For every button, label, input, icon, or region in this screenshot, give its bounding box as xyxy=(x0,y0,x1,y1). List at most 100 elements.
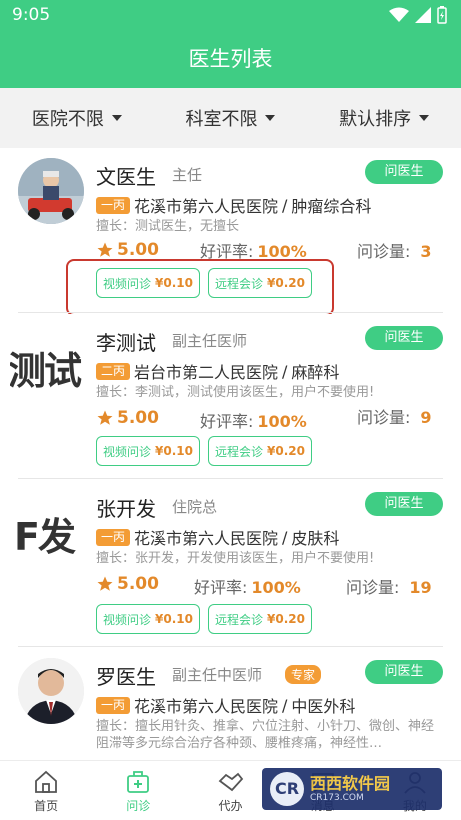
department-name: 中医外科 xyxy=(291,697,356,716)
rating: 5.00 xyxy=(96,408,159,428)
hospital-info: 二丙 岩台市第二人民医院 / 麻醉科 xyxy=(96,359,339,383)
expert-badge: 专家 xyxy=(285,665,322,684)
hospital-level-badge: 一丙 xyxy=(96,696,131,714)
doctor-skill: 擅长：张开发，开发使用该医生，用户不要使用! xyxy=(96,551,375,566)
status-icons xyxy=(389,6,447,24)
hospital-filter-label: 医院不限 xyxy=(31,109,104,130)
rating-score: 5.00 xyxy=(117,408,159,428)
sort-filter-label: 默认排序 xyxy=(339,109,412,130)
avatar xyxy=(18,658,84,724)
divider xyxy=(18,646,443,647)
separator: / xyxy=(282,195,288,215)
service-label: 远程会诊 xyxy=(214,612,263,627)
divider xyxy=(18,478,443,479)
service-price: ¥0.10 xyxy=(155,612,193,626)
medical-kit-icon xyxy=(127,771,150,793)
service-label: 视频问诊 xyxy=(103,612,152,627)
ask-doctor-button[interactable]: 问医生 xyxy=(365,492,443,516)
consult-count-value: 19 xyxy=(409,578,432,597)
rating: 5.00 xyxy=(96,240,159,260)
ask-doctor-button[interactable]: 问医生 xyxy=(365,326,443,350)
battery-icon xyxy=(437,6,447,24)
star-icon xyxy=(97,410,113,425)
tab-label: 首页 xyxy=(34,799,59,813)
signal-icon xyxy=(415,7,431,23)
doctor-skill: 擅长：擅长用针灸、推拿、穴位注射、小针刀、微创、神经阻滞等多元综合治疗各种颈、腰… xyxy=(96,719,435,751)
service-list: 视频问诊 ¥0.10 远程会诊 ¥0.20 xyxy=(96,604,312,634)
watermark-main: 西西软件园 xyxy=(310,773,391,793)
ask-doctor-button[interactable]: 问医生 xyxy=(365,660,443,684)
tab-home[interactable]: 首页 xyxy=(0,761,92,820)
consult-count-label: 问诊量: xyxy=(357,242,411,261)
hospital-level-badge: 一丙 xyxy=(96,528,131,546)
video-consult-service[interactable]: 视频问诊 ¥0.10 xyxy=(96,604,200,634)
home-icon xyxy=(35,770,57,793)
rating: 5.00 xyxy=(96,574,159,594)
divider xyxy=(18,312,443,313)
avatar-text: F发 xyxy=(14,515,76,559)
hospital-filter[interactable]: 医院不限 xyxy=(32,105,122,131)
praise-rate-label: 好评率: xyxy=(194,578,248,597)
doctor-skill: 擅长：李测试，测试使用该医生，用户不要使用! xyxy=(96,385,375,400)
hospital-name: 花溪市第六人民医院 xyxy=(134,697,279,716)
tab-label: 问诊 xyxy=(126,799,151,813)
watermark-sub: CR173.COM xyxy=(310,792,364,803)
avatar xyxy=(18,158,84,224)
doctor-card[interactable]: 罗医生 副主任中医师 专家 问医生 一丙 花溪市第六人民医院 / 中医外科 擅长… xyxy=(0,648,461,760)
video-consult-service[interactable]: 视频问诊 ¥0.10 xyxy=(96,436,200,466)
separator: / xyxy=(282,361,288,381)
tab-label: 代办 xyxy=(218,799,243,813)
doctor-card[interactable]: F发 张开发 住院总 问医生 一丙 花溪市第六人民医院 / 皮肤科 擅长：张开发… xyxy=(0,480,461,642)
rating-score: 5.00 xyxy=(117,574,159,594)
avatar-text: 测试 xyxy=(10,349,82,393)
ask-doctor-button[interactable]: 问医生 xyxy=(365,160,443,184)
service-label: 远程会诊 xyxy=(214,444,263,459)
praise-rate-value: 100% xyxy=(251,578,301,597)
service-price: ¥0.10 xyxy=(155,444,193,458)
avatar: 测试 xyxy=(10,328,84,394)
hospital-level-badge: 二丙 xyxy=(96,362,131,380)
doctor-card[interactable]: 测试 李测试 副主任医师 问医生 二丙 岩台市第二人民医院 / 麻醉科 擅长：李… xyxy=(0,314,461,476)
status-time: 9:05 xyxy=(12,5,51,25)
caret-down-icon xyxy=(419,115,430,121)
doctor-title: 主任 xyxy=(172,166,203,184)
service-list: 视频问诊 ¥0.10 远程会诊 ¥0.20 xyxy=(96,436,312,466)
hospital-info: 一丙 花溪市第六人民医院 / 中医外科 xyxy=(96,693,355,717)
remote-consult-service[interactable]: 远程会诊 ¥0.20 xyxy=(207,604,312,634)
sort-filter[interactable]: 默认排序 xyxy=(339,105,430,131)
highlight-box xyxy=(66,259,334,316)
caret-down-icon xyxy=(111,115,122,121)
consult-count-label: 问诊量: xyxy=(346,578,400,597)
doctor-title: 副主任医师 xyxy=(172,332,248,350)
doctor-name: 李测试 xyxy=(96,331,156,355)
status-bar: 9:05 xyxy=(0,0,461,30)
consult-count-value: 3 xyxy=(420,242,432,261)
service-label: 视频问诊 xyxy=(103,444,152,459)
doctor-skill: 擅长：测试医生，无擅长 xyxy=(96,219,240,234)
praise-rate: 好评率: 100% xyxy=(200,408,307,432)
department-name: 皮肤科 xyxy=(291,529,340,548)
filter-bar: 医院不限 科室不限 默认排序 xyxy=(0,88,461,148)
remote-consult-service[interactable]: 远程会诊 ¥0.20 xyxy=(207,436,312,466)
hospital-info: 一丙 花溪市第六人民医院 / 肿瘤综合科 xyxy=(96,193,371,217)
hospital-info: 一丙 花溪市第六人民医院 / 皮肤科 xyxy=(96,525,339,549)
watermark-logo: CR 西西软件园 CR173.COM xyxy=(262,768,442,810)
consult-count: 问诊量: 9 xyxy=(357,404,432,428)
doctor-title: 副主任中医师 xyxy=(172,666,263,684)
star-icon xyxy=(97,242,113,257)
praise-rate-value: 100% xyxy=(257,412,307,431)
praise-rate: 好评率: 100% xyxy=(194,574,301,598)
consult-count-value: 9 xyxy=(420,408,432,427)
hospital-level-badge: 一丙 xyxy=(96,196,131,214)
page-title: 医生列表 xyxy=(0,30,461,88)
department-name: 肿瘤综合科 xyxy=(291,197,372,216)
wifi-icon xyxy=(389,7,409,22)
service-price: ¥0.20 xyxy=(267,444,305,458)
doctor-name: 罗医生 xyxy=(96,665,156,689)
rating-score: 5.00 xyxy=(117,240,159,260)
department-filter[interactable]: 科室不限 xyxy=(185,105,276,131)
tab-consult[interactable]: 问诊 xyxy=(92,761,184,820)
praise-rate-label: 好评率: xyxy=(200,412,254,431)
doctor-name: 文医生 xyxy=(96,165,156,189)
consult-count: 问诊量: 19 xyxy=(346,574,432,598)
